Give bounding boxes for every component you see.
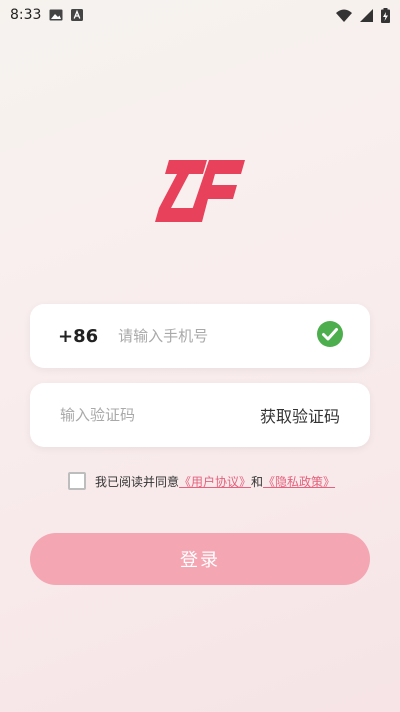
get-code-button[interactable]: 获取验证码 <box>260 403 340 427</box>
zf-logo-icon <box>155 160 245 222</box>
agreement-row: 我已阅读并同意 《用户协议》 和 《隐私政策》 <box>68 472 335 490</box>
brand-logo <box>155 158 245 224</box>
agreement-prefix: 我已阅读并同意 <box>95 474 180 489</box>
privacy-policy-link[interactable]: 《隐私政策》 <box>263 473 335 490</box>
user-agreement-link[interactable]: 《用户协议》 <box>179 473 251 490</box>
signal-icon <box>360 8 373 22</box>
agreement-and: 和 <box>251 474 264 489</box>
verification-input-card: 获取验证码 <box>30 383 370 447</box>
status-right <box>336 7 390 23</box>
phone-input[interactable] <box>116 326 316 346</box>
image-icon <box>49 9 63 21</box>
phone-input-card: +86 <box>30 304 370 368</box>
agreement-checkbox[interactable] <box>68 472 86 490</box>
status-bar: 8:33 <box>0 0 400 30</box>
verification-code-input[interactable] <box>58 405 260 425</box>
wifi-icon <box>336 9 352 22</box>
status-time: 8:33 <box>10 7 42 23</box>
battery-charging-icon <box>381 7 390 23</box>
a-notification-icon <box>71 9 84 21</box>
status-left: 8:33 <box>10 7 84 23</box>
login-button[interactable]: 登录 <box>30 533 370 585</box>
check-circle-icon <box>316 320 343 352</box>
country-code[interactable]: +86 <box>58 326 98 347</box>
